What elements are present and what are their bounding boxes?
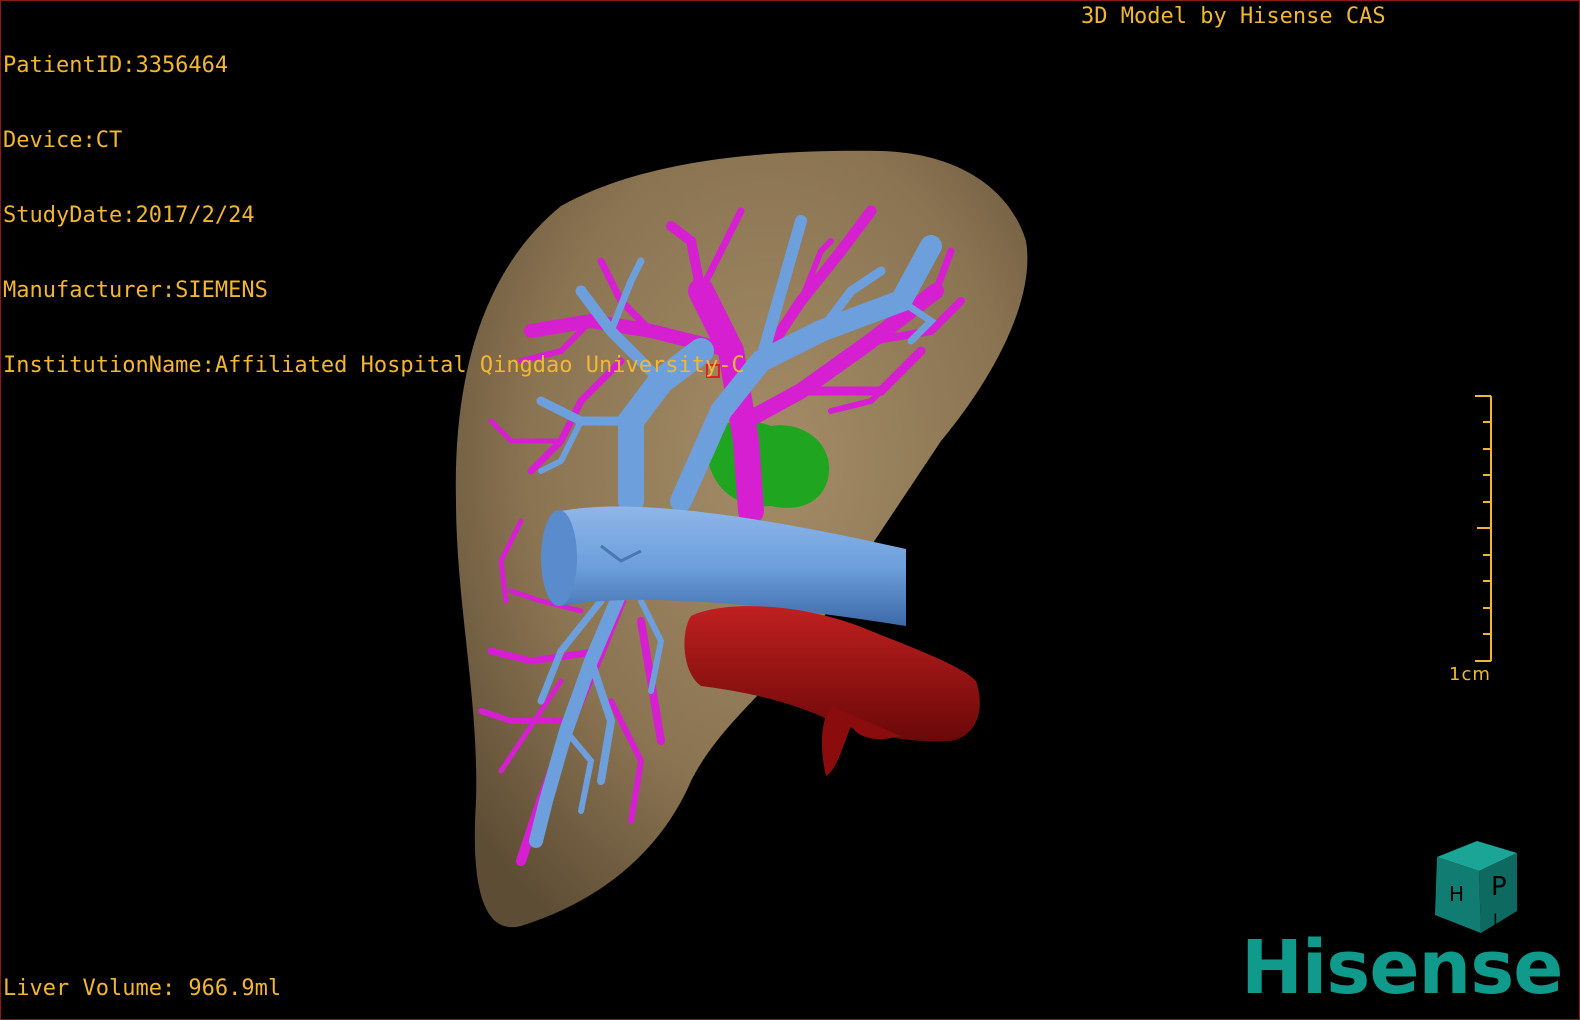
cube-face-p: P (1491, 872, 1507, 902)
model-credit: 3D Model by Hisense CAS (1081, 4, 1386, 29)
patient-id: PatientID:3356464 (3, 53, 229, 78)
patient-info-overlay: PatientID:3356464 Device:CT StudyDate:20… (3, 3, 745, 428)
scale-bar (1475, 395, 1492, 662)
manufacturer: Manufacturer:SIEMENS (3, 278, 268, 303)
liver-volume: Liver Volume: 966.9ml (3, 976, 282, 1001)
hisense-logo: Hisense (1241, 925, 1563, 1011)
institution-name: InstitutionName:Affiliated Hospital Qing… (3, 353, 745, 378)
3d-viewport[interactable]: PatientID:3356464 Device:CT StudyDate:20… (0, 0, 1580, 1020)
study-date: StudyDate:2017/2/24 (3, 203, 255, 228)
orientation-cube-icon[interactable]: P H L (1421, 839, 1521, 937)
scale-bar-label: 1cm (1449, 664, 1491, 685)
device: Device:CT (3, 128, 123, 153)
cube-face-h: H (1449, 882, 1464, 906)
